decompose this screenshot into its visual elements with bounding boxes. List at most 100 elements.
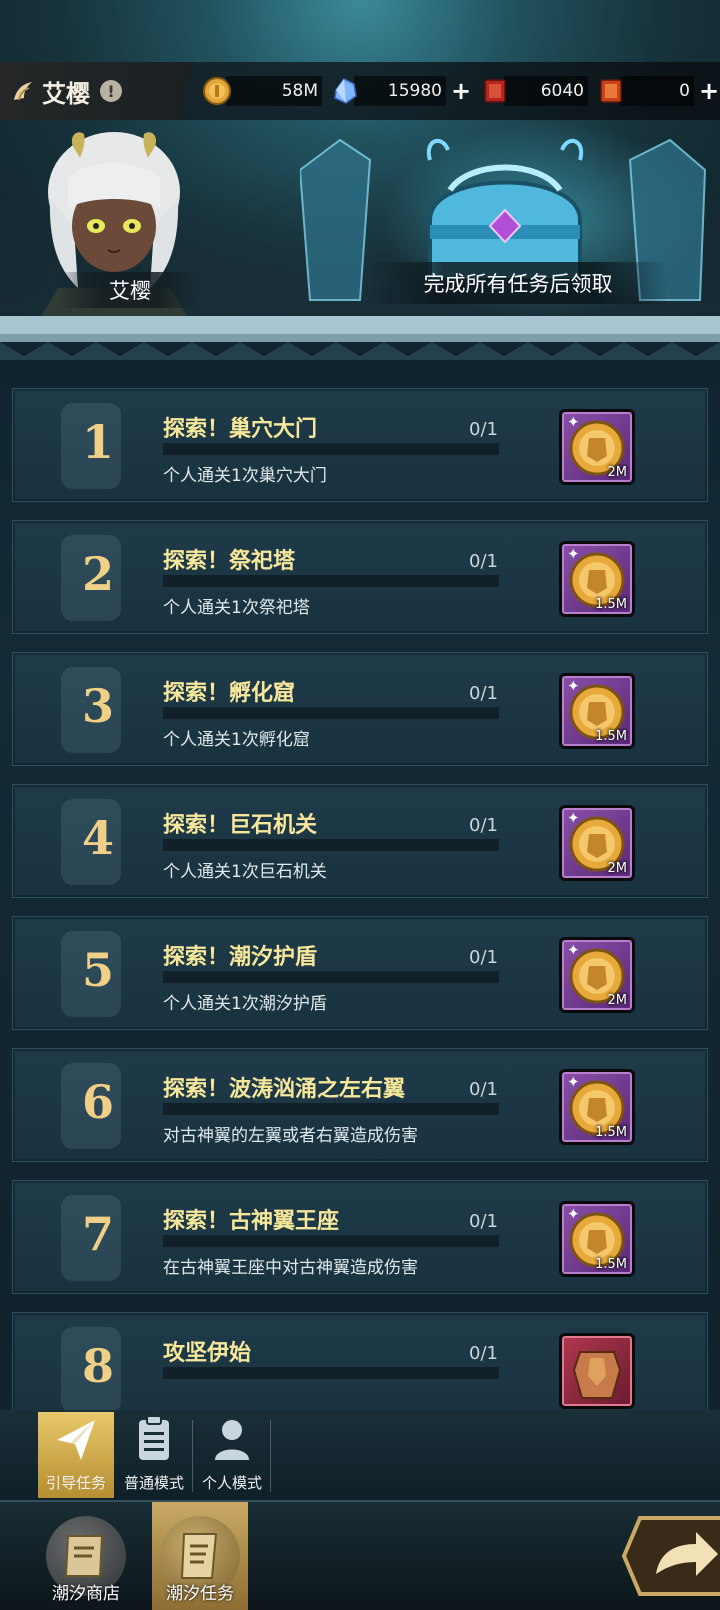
task-card[interactable]: 2 探索！祭祀塔 0/1 个人通关1次祭祀塔 ✦ 1.5M	[12, 520, 708, 634]
task-progress: 0/1	[469, 551, 498, 572]
tab-guide-tasks[interactable]: 引导任务	[38, 1412, 114, 1498]
task-card[interactable]: 1 探索！巢穴大门 0/1 个人通关1次巢穴大门 ✦ 2M	[12, 388, 708, 502]
task-number: 8	[81, 1339, 114, 1393]
task-number: 4	[81, 811, 114, 865]
chest-claim-label: 完成所有任务后领取	[368, 262, 668, 304]
progress-bar	[163, 1235, 499, 1247]
task-description: 在古神翼王座中对古神翼造成伤害	[163, 1258, 418, 1278]
currency-crystal: 15980 +	[330, 74, 472, 108]
gold-amount: 58M	[226, 76, 322, 106]
reward-slot[interactable]: ✦ 1.5M	[559, 1201, 635, 1277]
tab-normal-mode[interactable]: 普通模式	[116, 1412, 193, 1498]
scroll-shop-icon	[64, 1535, 104, 1577]
task-card[interactable]: 8 攻坚伊始 0/1	[12, 1312, 708, 1410]
reward-slot[interactable]	[559, 1333, 635, 1409]
reward-amount: 1.5M	[595, 1257, 627, 1272]
task-title: 探索！波涛汹涌之左右翼	[163, 1077, 406, 1102]
reward-amount: 1.5M	[595, 1125, 627, 1140]
progress-bar	[163, 971, 499, 983]
task-progress: 0/1	[469, 683, 498, 704]
task-description: 个人通关1次巨石机关	[163, 862, 327, 882]
currency-red-ticket: 6040	[480, 74, 588, 108]
mode-tab-bar: 引导任务 普通模式 个人模式	[0, 1410, 720, 1500]
task-title: 探索！孵化窟	[163, 681, 296, 706]
nav-label: 潮汐任务	[166, 1584, 234, 1604]
tab-label: 普通模式	[123, 1474, 184, 1492]
task-title: 探索！巢穴大门	[163, 417, 318, 442]
task-number: 5	[81, 943, 114, 997]
orange-ticket-icon	[600, 79, 622, 103]
task-number: 7	[81, 1207, 114, 1261]
person-icon	[215, 1420, 249, 1460]
section-divider	[0, 316, 720, 360]
add-crystal-button[interactable]: +	[450, 79, 472, 103]
nav-tide-quests[interactable]: 潮汐任务	[152, 1502, 248, 1610]
scroll-quest-icon	[180, 1533, 218, 1579]
tab-personal-mode[interactable]: 个人模式	[194, 1412, 271, 1498]
portrait-name-label: 艾樱	[60, 272, 200, 308]
reward-slot[interactable]: ✦ 2M	[559, 937, 635, 1013]
progress-bar	[163, 1103, 499, 1115]
reward-amount: 2M	[607, 861, 628, 876]
task-description: 对古神翼的左翼或者右翼造成伤害	[163, 1126, 418, 1146]
task-progress: 0/1	[469, 815, 498, 836]
task-card[interactable]: 6 探索！波涛汹涌之左右翼 0/1 对古神翼的左翼或者右翼造成伤害 ✦ 1.5M	[12, 1048, 708, 1162]
task-card[interactable]: 4 探索！巨石机关 0/1 个人通关1次巨石机关 ✦ 2M	[12, 784, 708, 898]
task-progress: 0/1	[469, 419, 498, 440]
claw-icon	[14, 82, 32, 101]
crystal-amount: 15980	[354, 76, 446, 106]
task-progress: 0/1	[469, 947, 498, 968]
orange-ticket-amount: 0	[620, 76, 694, 106]
task-number: 2	[81, 547, 114, 601]
task-card[interactable]: 7 探索！古神翼王座 0/1 在古神翼王座中对古神翼造成伤害 ✦ 1.5M	[12, 1180, 708, 1294]
task-progress: 0/1	[469, 1211, 498, 1232]
task-progress: 0/1	[469, 1343, 498, 1364]
currency-gold: 58M	[202, 74, 322, 108]
task-card[interactable]: 3 探索！孵化窟 0/1 个人通关1次孵化窟 ✦ 1.5M	[12, 652, 708, 766]
task-number: 6	[81, 1075, 114, 1129]
tide-quest-screen: 艾樱 ! 58M 15980 + 6040 0 + 艾樱 完成所有任务后领取 1…	[0, 0, 720, 1610]
task-title: 探索！古神翼王座	[163, 1209, 340, 1234]
gold-coin-icon	[203, 77, 231, 105]
progress-bar	[163, 1367, 499, 1379]
task-title: 探索！祭祀塔	[163, 549, 296, 574]
reward-amount: 2M	[607, 993, 628, 1008]
progress-bar	[163, 443, 499, 455]
task-card[interactable]: 5 探索！潮汐护盾 0/1 个人通关1次潮汐护盾 ✦ 2M	[12, 916, 708, 1030]
nav-label: 潮汐商店	[52, 1584, 120, 1604]
task-title: 探索！潮汐护盾	[163, 945, 318, 970]
red-ticket-amount: 6040	[504, 76, 588, 106]
reward-slot[interactable]: ✦ 2M	[559, 409, 635, 485]
nav-tide-shop[interactable]: 潮汐商店	[38, 1502, 134, 1610]
progress-bar	[163, 575, 499, 587]
share-arrow-icon[interactable]	[620, 1510, 720, 1602]
progress-bar	[163, 839, 499, 851]
tab-label: 个人模式	[201, 1474, 262, 1492]
currency-orange-ticket: 0 +	[596, 74, 720, 108]
task-title: 攻坚伊始	[163, 1341, 252, 1366]
task-number: 1	[81, 415, 114, 469]
reward-slot[interactable]: ✦ 1.5M	[559, 541, 635, 617]
reward-slot[interactable]: ✦ 2M	[559, 805, 635, 881]
task-title: 探索！巨石机关	[163, 813, 318, 838]
red-ticket-icon	[484, 79, 506, 103]
tab-label: 引导任务	[45, 1474, 106, 1492]
reward-slot[interactable]: ✦ 1.5M	[559, 1069, 635, 1145]
reward-slot[interactable]: ✦ 1.5M	[559, 673, 635, 749]
task-description: 个人通关1次潮汐护盾	[163, 994, 327, 1014]
hero-name-tag[interactable]: 艾樱 !	[0, 62, 194, 120]
task-number: 3	[81, 679, 114, 733]
hero-name: 艾樱	[42, 79, 90, 108]
info-icon[interactable]: !	[100, 80, 122, 102]
progress-bar	[163, 707, 499, 719]
reward-amount: 1.5M	[595, 729, 627, 744]
armor-item-icon	[572, 1351, 622, 1399]
reward-amount: 2M	[607, 465, 628, 480]
add-orange-ticket-button[interactable]: +	[698, 79, 720, 103]
paper-plane-icon	[57, 1420, 95, 1460]
task-description: 个人通关1次孵化窟	[163, 730, 310, 750]
crystal-icon	[334, 78, 357, 104]
task-list[interactable]: 1 探索！巢穴大门 0/1 个人通关1次巢穴大门 ✦ 2M 2 探索！祭祀塔 0…	[0, 380, 720, 1410]
task-description: 个人通关1次巢穴大门	[163, 466, 327, 486]
reward-amount: 1.5M	[595, 597, 627, 612]
